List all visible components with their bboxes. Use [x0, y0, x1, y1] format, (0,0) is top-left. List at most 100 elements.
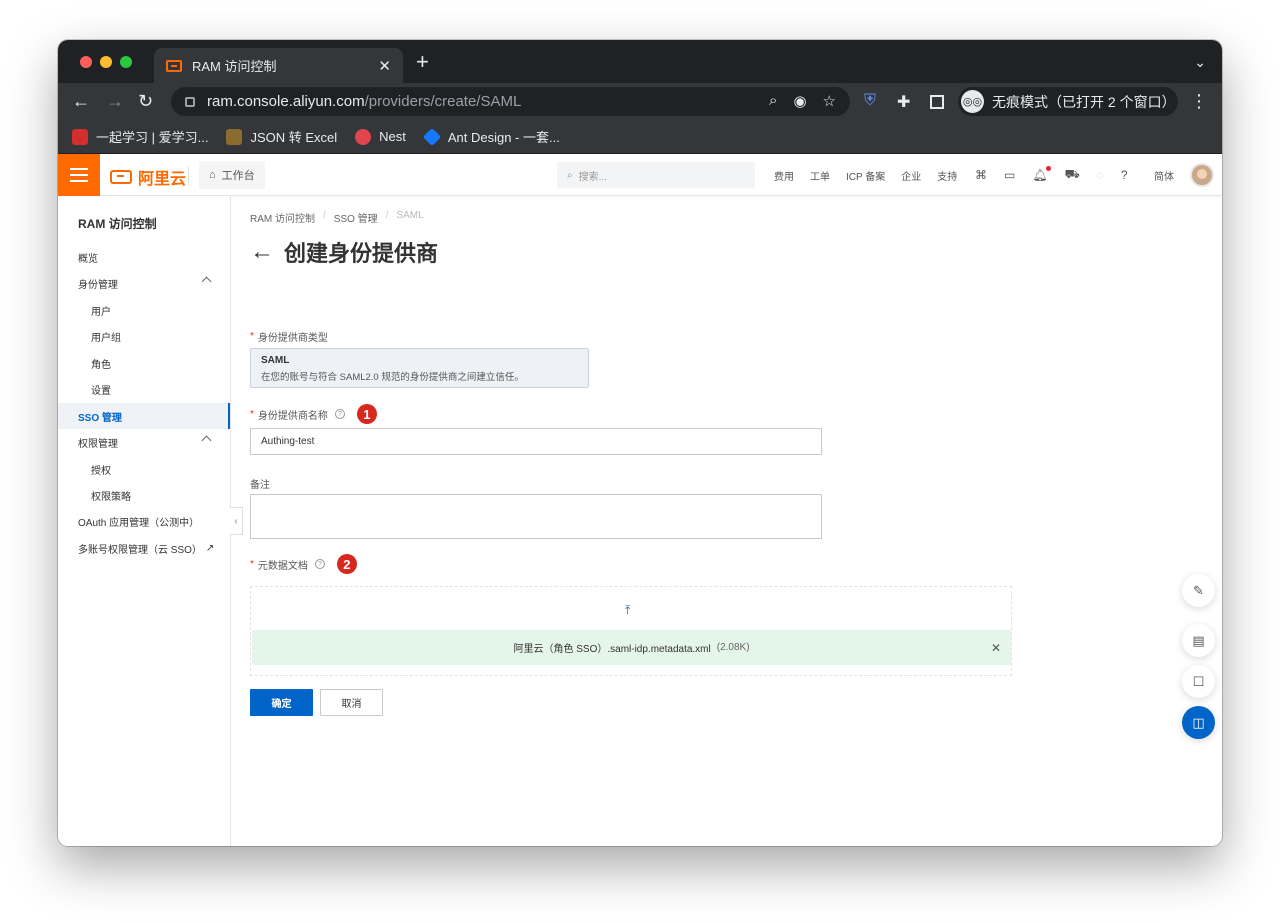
- collapse-sidebar-button[interactable]: ‹: [230, 507, 243, 535]
- nav-icp[interactable]: ICP 备案: [846, 168, 885, 183]
- bookmark-item[interactable]: Nest: [355, 128, 406, 145]
- sidebar-item-label: 设置: [91, 385, 111, 397]
- bookmark-item[interactable]: Ant Design - 一套...: [422, 127, 560, 146]
- uploaded-file-name: 阿里云（角色 SSO）.saml-idp.metadata.xml: [513, 644, 711, 655]
- close-window-button[interactable]: [80, 56, 92, 68]
- provider-name-input[interactable]: Authing-test: [250, 428, 822, 455]
- sidebar-item-cloud-sso[interactable]: 多账号权限管理（云 SSO） ↗: [58, 535, 230, 561]
- avatar[interactable]: [1190, 163, 1214, 187]
- zoom-icon[interactable]: ⌕: [769, 92, 777, 110]
- breadcrumb-separator: /: [385, 210, 389, 221]
- sidebar-item-sso[interactable]: SSO 管理: [58, 403, 230, 429]
- language-switch[interactable]: 简体: [1154, 168, 1174, 183]
- shield-extension-icon[interactable]: ⛨: [864, 92, 876, 110]
- bookmark-favicon-icon: [422, 127, 441, 146]
- sidebar: RAM 访问控制 概览 身份管理 用户 用户组 角色 设置 SSO 管理 权限管…: [58, 196, 231, 846]
- bookmark-favicon-icon: [72, 128, 88, 145]
- sidebar-item-grants[interactable]: 授权: [58, 456, 230, 482]
- code-icon[interactable]: ⌘: [975, 168, 987, 182]
- apps-icon[interactable]: ◫: [1182, 706, 1215, 739]
- provider-type-card[interactable]: SAML 在您的账号与符合 SAML2.0 规范的身份提供商之间建立信任。: [250, 348, 589, 388]
- note-textarea[interactable]: [250, 494, 822, 539]
- cancel-button[interactable]: 取消: [320, 689, 383, 716]
- metadata-uploader[interactable]: ⤒ 阿里云（角色 SSO）.saml-idp.metadata.xml (2.0…: [250, 586, 1012, 676]
- side-panel-icon[interactable]: [930, 95, 944, 109]
- help-icon[interactable]: ?: [334, 409, 345, 419]
- confirm-button[interactable]: 确定: [250, 689, 313, 716]
- sidebar-item-label: 概览: [78, 253, 98, 265]
- search-input[interactable]: ⌕ 搜索...: [557, 162, 755, 188]
- back-arrow-icon[interactable]: ←: [72, 91, 90, 111]
- search-icon: ⌕: [567, 169, 573, 181]
- lightbulb-icon[interactable]: ◌: [1097, 168, 1104, 182]
- clipboard-icon[interactable]: ▤: [1182, 624, 1215, 657]
- forward-arrow-icon[interactable]: →: [106, 91, 124, 111]
- eye-off-icon[interactable]: ◉: [793, 92, 806, 110]
- menu-hamburger-icon[interactable]: [58, 154, 100, 196]
- sidebar-item-users[interactable]: 用户: [58, 297, 230, 323]
- nav-billing[interactable]: 费用: [774, 168, 794, 183]
- tab-strip: RAM 访问控制 ✕ + ⌄: [58, 40, 1222, 83]
- tab-search-chevron-icon[interactable]: ⌄: [1194, 54, 1206, 71]
- sidebar-title: RAM 访问控制: [78, 217, 157, 231]
- back-arrow-icon[interactable]: ←: [250, 238, 274, 266]
- minimize-window-button[interactable]: [100, 56, 112, 68]
- reload-icon[interactable]: ↻: [138, 91, 153, 111]
- sidebar-item-overview[interactable]: 概览: [58, 244, 230, 270]
- sidebar-item-settings[interactable]: 设置: [58, 376, 230, 402]
- sidebar-item-label: SSO 管理: [78, 412, 122, 424]
- note-label-text: 备注: [250, 480, 270, 491]
- puzzle-extensions-icon[interactable]: ✚: [897, 92, 910, 112]
- search-placeholder: 搜索...: [578, 171, 607, 183]
- breadcrumb-sso[interactable]: SSO 管理: [334, 210, 378, 225]
- help-icon[interactable]: ?: [314, 559, 325, 569]
- sidebar-item-oauth[interactable]: OAuth 应用管理（公测中）: [58, 508, 230, 534]
- provider-type-name: SAML: [261, 355, 290, 366]
- nav-tickets[interactable]: 工单: [810, 168, 830, 183]
- terminal-icon[interactable]: ▭: [1004, 168, 1015, 182]
- sidebar-item-groups[interactable]: 用户组: [58, 323, 230, 349]
- provider-type-desc: 在您的账号与符合 SAML2.0 规范的身份提供商之间建立信任。: [261, 372, 524, 383]
- sidebar-item-label: 权限策略: [91, 491, 131, 503]
- incognito-indicator[interactable]: ◎◎ 无痕模式（已打开 2 个窗口）: [958, 87, 1178, 116]
- bell-icon[interactable]: 🔔︎: [1032, 166, 1051, 182]
- cart-icon[interactable]: ⛟: [1065, 167, 1080, 183]
- edit-icon[interactable]: ✎: [1182, 574, 1215, 607]
- type-label-text: 身份提供商类型: [257, 333, 328, 344]
- bookmark-favicon-icon: [226, 128, 243, 145]
- bookmark-favicon-icon: [355, 128, 372, 145]
- sidebar-item-label: 用户: [91, 306, 111, 318]
- workbench-button[interactable]: ⌂ 工作台: [199, 161, 265, 189]
- help-circle-icon[interactable]: ?: [1121, 168, 1128, 182]
- breadcrumb-current: SAML: [396, 210, 424, 221]
- close-icon[interactable]: ✕: [991, 641, 1001, 655]
- chat-icon[interactable]: ☐: [1182, 665, 1215, 698]
- nav-enterprise[interactable]: 企业: [901, 168, 921, 183]
- incognito-label: 无痕模式（已打开 2 个窗口）: [992, 93, 1176, 110]
- breadcrumb-separator: /: [323, 210, 326, 221]
- browser-tab[interactable]: RAM 访问控制 ✕: [154, 48, 403, 83]
- brand-text: 阿里云: [138, 171, 187, 188]
- bookmark-item[interactable]: 一起学习 | 爱学习...: [72, 127, 208, 146]
- bookmark-item[interactable]: JSON 转 Excel: [226, 127, 337, 146]
- workbench-label: 工作台: [221, 170, 255, 182]
- nav-support[interactable]: 支持: [937, 168, 957, 183]
- close-tab-icon[interactable]: ✕: [378, 57, 391, 75]
- aliyun-logo[interactable]: 阿里云: [110, 165, 186, 189]
- home-icon: ⌂: [209, 169, 216, 181]
- breadcrumb: RAM 访问控制 / SSO 管理 / SAML: [250, 210, 424, 225]
- upload-icon[interactable]: ⤒: [625, 603, 630, 618]
- sidebar-item-label: 身份管理: [78, 279, 118, 291]
- annotation-badge: 2: [336, 554, 357, 574]
- star-icon[interactable]: ☆: [823, 92, 836, 110]
- bookmark-label: Ant Design - 一套...: [447, 130, 560, 145]
- sidebar-item-policies[interactable]: 权限策略: [58, 482, 230, 508]
- sidebar-item-identity[interactable]: 身份管理: [58, 270, 230, 296]
- sidebar-item-roles[interactable]: 角色: [58, 350, 230, 376]
- address-bar[interactable]: ram.console.aliyun.com/providers/create/…: [171, 87, 850, 116]
- maximize-window-button[interactable]: [120, 56, 132, 68]
- sidebar-item-permissions[interactable]: 权限管理: [58, 429, 230, 455]
- new-tab-icon[interactable]: +: [416, 51, 429, 73]
- breadcrumb-ram[interactable]: RAM 访问控制: [250, 210, 315, 225]
- browser-menu-icon[interactable]: ⋮: [1190, 91, 1208, 112]
